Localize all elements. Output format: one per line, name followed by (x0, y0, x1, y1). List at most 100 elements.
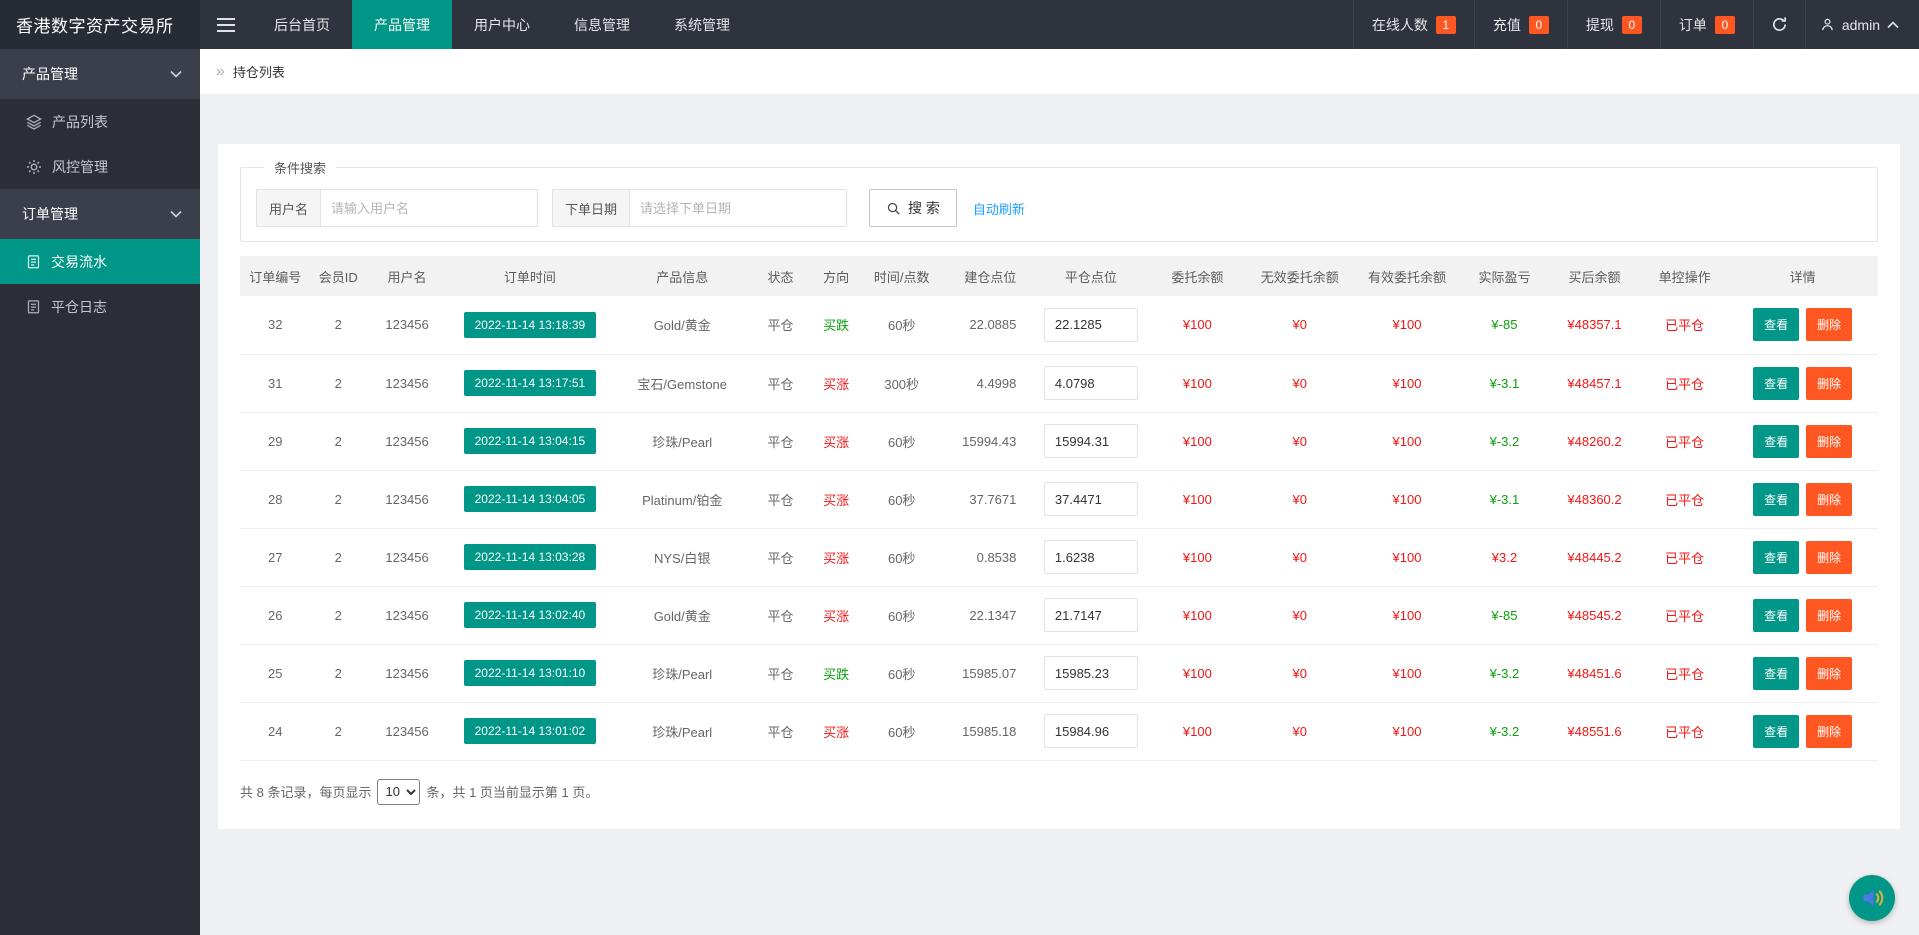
close-point-input[interactable] (1044, 656, 1138, 690)
sidebar-group-products[interactable]: 产品管理 (0, 49, 200, 99)
cell-member-id: 2 (310, 296, 366, 354)
close-point-input[interactable] (1044, 540, 1138, 574)
cell-period: 60秒 (864, 586, 939, 644)
sidebar-item-trade-flow[interactable]: 交易流水 (0, 239, 200, 284)
close-point-input[interactable] (1044, 308, 1138, 342)
view-button[interactable]: 查看 (1753, 715, 1799, 748)
cell-member-id: 2 (310, 412, 366, 470)
column-header: 委托余额 (1147, 256, 1247, 296)
stat-online[interactable]: 在线人数 1 (1353, 0, 1474, 49)
view-button[interactable]: 查看 (1753, 425, 1799, 458)
cell-username: 123456 (366, 412, 448, 470)
nav-item-home[interactable]: 后台首页 (252, 0, 352, 49)
page-size-select[interactable]: 10 (377, 779, 420, 805)
sidebar-group-orders[interactable]: 订单管理 (0, 189, 200, 239)
cell-member-id: 2 (310, 470, 366, 528)
view-button[interactable]: 查看 (1753, 541, 1799, 574)
refresh-icon[interactable] (1753, 0, 1805, 49)
view-button[interactable]: 查看 (1753, 599, 1799, 632)
cell-period: 60秒 (864, 702, 939, 760)
order-time-badge: 2022-11-14 13:04:05 (464, 486, 597, 512)
stat-recharge[interactable]: 充值 0 (1474, 0, 1567, 49)
nav-item-users[interactable]: 用户中心 (452, 0, 552, 49)
cell-close-point (1034, 528, 1147, 586)
close-point-input[interactable] (1044, 482, 1138, 516)
user-menu[interactable]: admin (1805, 0, 1919, 49)
cell-product: Platinum/铂金 (612, 470, 753, 528)
cell-valid-entrust: ¥100 (1352, 470, 1462, 528)
view-button[interactable]: 查看 (1753, 367, 1799, 400)
sound-toggle-button[interactable] (1849, 875, 1895, 921)
table-header-row: 订单编号 会员ID 用户名 订单时间 产品信息 状态 方向 时间/点数 建仓点位… (240, 256, 1878, 296)
table-row: 29 2 123456 2022-11-14 13:04:15 珍珠/Pearl… (240, 412, 1878, 470)
delete-button[interactable]: 删除 (1806, 367, 1852, 400)
topbar-spacer (752, 0, 1353, 49)
cell-order-id: 27 (240, 528, 310, 586)
column-header: 状态 (753, 256, 809, 296)
nav-item-system[interactable]: 系统管理 (652, 0, 752, 49)
nav-item-products[interactable]: 产品管理 (352, 0, 452, 49)
cell-period: 300秒 (864, 354, 939, 412)
view-button[interactable]: 查看 (1753, 483, 1799, 516)
stat-recharge-label: 充值 (1493, 15, 1521, 35)
username-input[interactable] (320, 189, 538, 227)
cell-valid-entrust: ¥100 (1352, 644, 1462, 702)
cell-entrust-balance: ¥100 (1147, 412, 1247, 470)
auto-refresh-link[interactable]: 自动刷新 (973, 199, 1025, 218)
column-header: 买后余额 (1547, 256, 1642, 296)
stat-orders[interactable]: 订单 0 (1660, 0, 1753, 49)
view-button[interactable]: 查看 (1753, 308, 1799, 341)
cell-username: 123456 (366, 702, 448, 760)
cell-invalid-entrust: ¥0 (1247, 470, 1352, 528)
cell-order-id: 24 (240, 702, 310, 760)
nav-item-info[interactable]: 信息管理 (552, 0, 652, 49)
cell-profit: ¥-3.2 (1462, 412, 1547, 470)
cell-product: NYS/白银 (612, 528, 753, 586)
delete-button[interactable]: 删除 (1806, 599, 1852, 632)
cell-product: 珍珠/Pearl (612, 412, 753, 470)
cell-open-point: 0.8538 (939, 528, 1034, 586)
column-header: 无效委托余额 (1247, 256, 1352, 296)
close-point-input[interactable] (1044, 424, 1138, 458)
cell-open-point: 37.7671 (939, 470, 1034, 528)
cell-actions: 查看删除 (1727, 586, 1878, 644)
close-point-input[interactable] (1044, 714, 1138, 748)
cell-valid-entrust: ¥100 (1352, 296, 1462, 354)
close-point-input[interactable] (1044, 366, 1138, 400)
cell-status: 平仓 (753, 412, 809, 470)
cell-member-id: 2 (310, 528, 366, 586)
menu-icon[interactable] (200, 0, 252, 49)
cell-direction: 买跌 (808, 296, 864, 354)
delete-button[interactable]: 删除 (1806, 425, 1852, 458)
delete-button[interactable]: 删除 (1806, 715, 1852, 748)
delete-button[interactable]: 删除 (1806, 657, 1852, 690)
cell-member-id: 2 (310, 354, 366, 412)
page-title: 持仓列表 (233, 62, 285, 81)
table-body: 32 2 123456 2022-11-14 13:18:39 Gold/黄金 … (240, 296, 1878, 760)
delete-button[interactable]: 删除 (1806, 541, 1852, 574)
delete-button[interactable]: 删除 (1806, 308, 1852, 341)
sidebar-item-risk-control[interactable]: 风控管理 (0, 144, 200, 189)
cell-status: 平仓 (753, 470, 809, 528)
cell-direction: 买涨 (808, 528, 864, 586)
close-point-input[interactable] (1044, 598, 1138, 632)
stat-withdraw[interactable]: 提现 0 (1567, 0, 1660, 49)
cell-close-point (1034, 470, 1147, 528)
column-header: 单控操作 (1642, 256, 1727, 296)
sidebar-item-product-list[interactable]: 产品列表 (0, 99, 200, 144)
delete-button[interactable]: 删除 (1806, 483, 1852, 516)
stat-online-label: 在线人数 (1372, 15, 1428, 35)
cell-order-time: 2022-11-14 13:02:40 (448, 586, 612, 644)
cell-order-time: 2022-11-14 13:04:15 (448, 412, 612, 470)
cell-actions: 查看删除 (1727, 354, 1878, 412)
cell-after-balance: ¥48357.1 (1547, 296, 1642, 354)
cell-member-id: 2 (310, 586, 366, 644)
sidebar-item-label: 交易流水 (51, 252, 107, 272)
view-button[interactable]: 查看 (1753, 657, 1799, 690)
order-date-input[interactable] (629, 189, 847, 227)
cell-username: 123456 (366, 586, 448, 644)
search-button[interactable]: 搜 索 (869, 189, 957, 227)
cell-username: 123456 (366, 528, 448, 586)
sidebar-item-close-log[interactable]: 平仓日志 (0, 284, 200, 329)
cell-direction: 买涨 (808, 412, 864, 470)
